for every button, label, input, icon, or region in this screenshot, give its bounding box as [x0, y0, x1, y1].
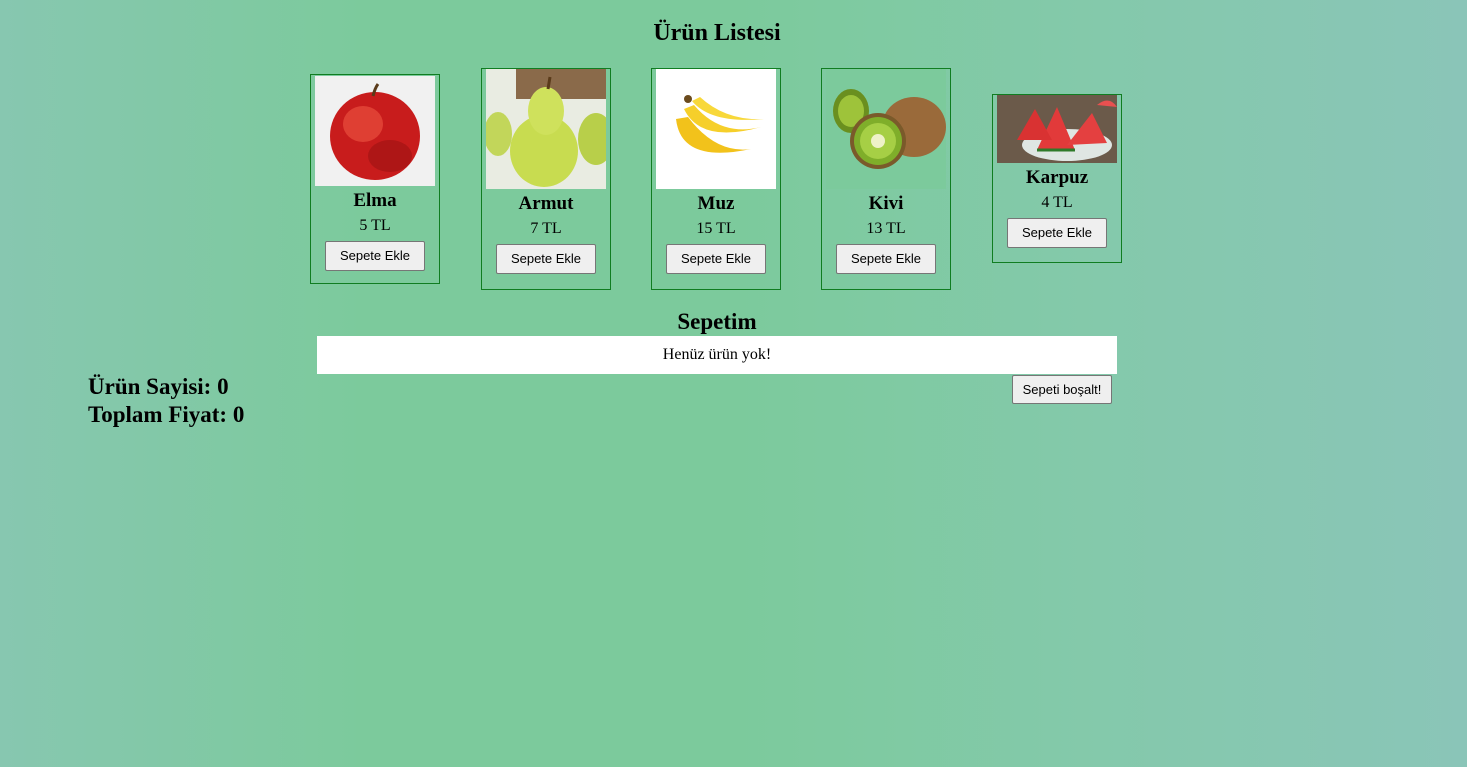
product-price: 5 TL [359, 217, 391, 234]
apple-image [315, 76, 435, 186]
product-name: Karpuz [1025, 167, 1089, 188]
product-card-karpuz: Karpuz 4 TL Sepete Ekle [992, 94, 1122, 263]
cart-title: Sepetim [677, 309, 757, 334]
total-price: Toplam Fiyat: 0 [88, 402, 245, 427]
product-price: 13 TL [866, 220, 906, 237]
pear-image [486, 69, 606, 189]
add-to-cart-button[interactable]: Sepete Ekle [325, 241, 425, 271]
add-to-cart-button[interactable]: Sepete Ekle [1007, 218, 1107, 248]
clear-cart-button[interactable]: Sepeti boşalt! [1012, 375, 1112, 404]
add-to-cart-button[interactable]: Sepete Ekle [666, 244, 766, 274]
item-count: Ürün Sayisi: 0 [88, 374, 229, 399]
watermelon-image [997, 95, 1117, 163]
product-card-elma: Elma 5 TL Sepete Ekle [310, 74, 440, 284]
add-to-cart-button[interactable]: Sepete Ekle [836, 244, 936, 274]
product-price: 4 TL [1041, 194, 1073, 211]
kiwi-image [826, 69, 946, 189]
add-to-cart-button[interactable]: Sepete Ekle [496, 244, 596, 274]
product-name: Muz [697, 193, 735, 214]
product-price: 15 TL [696, 220, 736, 237]
product-card-kivi: Kivi 13 TL Sepete Ekle [821, 68, 951, 290]
page-title: Ürün Listesi [653, 20, 781, 46]
product-name: Kivi [868, 193, 904, 214]
banana-image [656, 69, 776, 189]
cart-list: Henüz ürün yok! [317, 336, 1117, 374]
product-name: Armut [518, 193, 574, 214]
product-price: 7 TL [530, 220, 562, 237]
cart-summary: Ürün Sayisi: 0 Toplam Fiyat: 0 [88, 373, 244, 429]
product-name: Elma [353, 190, 397, 211]
cart-empty-message: Henüz ürün yok! [662, 346, 772, 363]
product-card-muz: Muz 15 TL Sepete Ekle [651, 68, 781, 290]
product-card-armut: Armut 7 TL Sepete Ekle [481, 68, 611, 290]
